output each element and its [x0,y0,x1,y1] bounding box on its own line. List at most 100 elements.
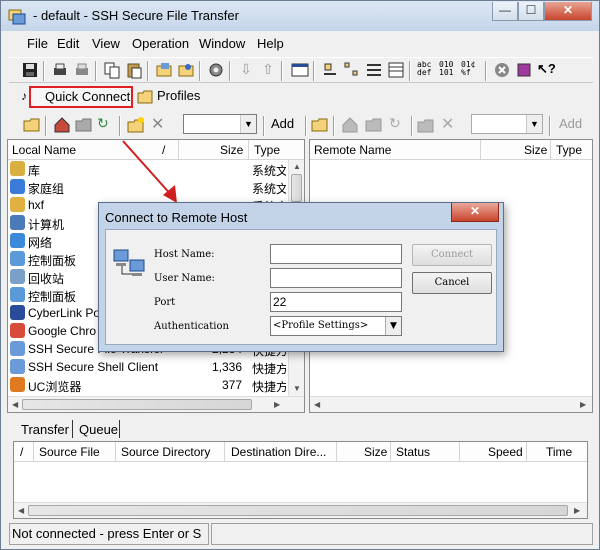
scroll-up-icon[interactable]: ▲ [293,162,301,171]
destination-directory-header[interactable]: Destination Dire... [231,445,326,459]
local-size-header[interactable]: Size [220,143,243,157]
transfer-horizontal-scrollbar[interactable]: ◀ ▶ [14,502,587,518]
dialog-close-button[interactable]: ✕ [451,203,499,222]
source-file-header[interactable]: Source File [39,445,100,459]
source-directory-header[interactable]: Source Directory [121,445,210,459]
status-header[interactable]: Status [396,445,430,459]
list-view-icon[interactable] [365,61,383,79]
remote-folder-icon[interactable] [365,116,383,134]
local-home-icon[interactable] [53,116,71,134]
local-horizontal-scrollbar[interactable]: ◀ ▶ [8,396,304,412]
host-name-label: Host Name: [154,249,215,260]
scroll-right-icon[interactable]: ▶ [274,400,280,409]
size-header[interactable]: Size [364,445,387,459]
local-path-combo[interactable]: ▼ [183,114,257,134]
host-name-input[interactable] [270,244,402,264]
remote-home-icon[interactable] [341,116,359,134]
whats-this-icon[interactable]: ↖? [537,61,556,79]
remote-horizontal-scrollbar[interactable]: ◀ ▶ [310,396,592,412]
status-bar: Not connected - press Enter or S [9,523,209,545]
terminal-icon[interactable] [291,61,309,79]
save-icon[interactable] [21,61,39,79]
scroll-left-icon[interactable]: ◀ [12,400,18,409]
local-folder-icon[interactable] [75,116,93,134]
print-icon[interactable] [51,61,69,79]
user-name-label: User Name: [154,273,215,284]
upload-arrow-icon[interactable]: ⇧ [259,61,277,79]
scroll-right-icon[interactable]: ▶ [574,506,580,515]
copy-icon[interactable] [103,61,121,79]
local-refresh-icon[interactable]: ↻ [97,115,115,133]
remote-name-header[interactable]: Remote Name [314,143,391,157]
chevron-down-icon[interactable]: ▼ [240,115,256,133]
menu-window[interactable]: Window [199,36,245,51]
menu-view[interactable]: View [92,36,120,51]
binary-mode-icon[interactable]: 010 101 [439,61,459,79]
port-input[interactable]: 22 [270,292,402,312]
menu-edit[interactable]: Edit [57,36,79,51]
paste-icon[interactable] [125,61,143,79]
local-name-header[interactable]: Local Name [12,143,76,157]
authentication-select[interactable]: <Profile Settings> ▼ [270,316,402,336]
local-add-button[interactable]: Add [265,113,300,135]
menu-bar: File Edit View Operation Window Help [9,33,593,55]
download-arrow-icon[interactable]: ⇩ [237,61,255,79]
user-name-input[interactable] [270,268,402,288]
local-folder-up-icon[interactable] [23,116,41,134]
minimize-button[interactable]: — [492,2,518,21]
remote-delete-icon[interactable]: ✕ [441,114,459,133]
remote-new-folder-icon[interactable] [417,116,435,134]
dialog-body: Host Name: User Name: Port 22 Authentica… [105,229,497,345]
maximize-button[interactable]: ☐ [518,2,544,21]
local-new-folder-icon[interactable] [127,116,145,134]
profiles-tab[interactable]: Profiles [157,88,200,103]
scroll-left-icon[interactable]: ◀ [314,400,320,409]
remote-folder-up-icon[interactable] [311,116,329,134]
profiles-icon[interactable] [177,61,195,79]
settings-icon[interactable] [207,61,225,79]
profiles-folder-icon [137,90,153,104]
quick-connect-tab[interactable]: Quick Connect [29,86,133,108]
transfer-hscroll-thumb[interactable] [28,505,568,516]
dialog-title: Connect to Remote Host [105,210,248,225]
quick-connect-icon[interactable] [155,61,173,79]
details-view-icon[interactable] [387,61,405,79]
time-header[interactable]: Time [546,445,572,459]
menu-file[interactable]: File [27,36,48,51]
remote-path-combo[interactable]: ▼ [471,114,543,134]
print-preview-icon[interactable] [73,61,91,79]
remote-size-header[interactable]: Size [524,143,547,157]
local-vscroll-thumb[interactable] [291,174,302,202]
disconnect-icon[interactable] [493,61,511,79]
remote-type-header[interactable]: Type [556,143,582,157]
main-window: - default - SSH Secure File Transfer — ☐… [0,0,600,550]
speed-header[interactable]: Speed [488,445,523,459]
auto-mode-icon[interactable]: 01¢ %f [461,61,481,79]
local-hscroll-thumb[interactable] [22,399,252,410]
remote-add-button[interactable]: Add [553,113,588,135]
cyberlink-icon [10,305,25,320]
small-icons-icon[interactable] [343,61,361,79]
chevron-down-icon[interactable]: ▼ [526,115,542,133]
close-button[interactable]: ✕ [544,2,592,21]
remote-refresh-icon[interactable]: ↻ [389,115,407,133]
chevron-down-icon[interactable]: ▼ [385,317,401,335]
local-delete-icon[interactable]: ✕ [151,114,169,133]
scroll-right-icon[interactable]: ▶ [580,400,586,409]
ascii-mode-icon[interactable]: abc def [417,61,437,79]
scroll-left-icon[interactable]: ◀ [18,506,24,515]
quick-connect-small-icon: ♪ [21,89,27,103]
menu-operation[interactable]: Operation [132,36,189,51]
list-item[interactable]: UC浏览器 377 快捷方 [8,376,288,394]
queue-tab[interactable]: Queue [79,422,118,437]
large-icons-icon[interactable] [321,61,339,79]
menu-help[interactable]: Help [257,36,284,51]
scroll-down-icon[interactable]: ▼ [293,384,301,393]
cancel-button[interactable]: Cancel [412,272,492,294]
help-book-icon[interactable] [515,61,533,79]
list-item[interactable]: SSH Secure Shell Client 1,336 快捷方 [8,358,288,376]
connect-button[interactable]: Connect [412,244,492,266]
local-type-header[interactable]: Type [254,143,280,157]
transfer-tab[interactable]: Transfer [21,422,69,437]
control-panel-icon [10,287,25,302]
